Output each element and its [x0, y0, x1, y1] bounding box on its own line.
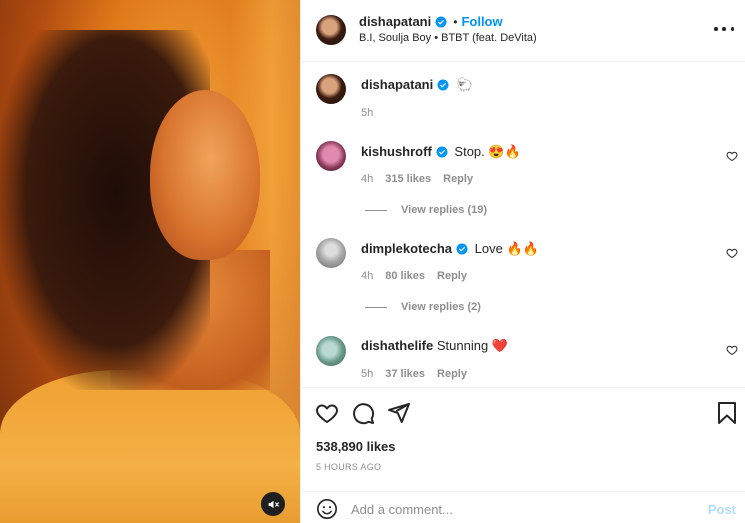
follow-button[interactable]: Follow — [461, 14, 502, 29]
post-actions: 538,890 likes 5 HOURS AGO — [301, 387, 745, 487]
heart-icon[interactable] — [726, 150, 738, 162]
heart-icon[interactable] — [726, 247, 738, 259]
post-side-panel: dishapatani • Follow B.I, Soulja Boy • BTB… — [300, 0, 745, 523]
view-replies-button[interactable]: View replies (19) — [365, 204, 487, 216]
like-button[interactable] — [315, 401, 339, 425]
comment-likes[interactable]: 80 likes — [385, 270, 425, 282]
audio-link[interactable]: B.I, Soulja Boy • BTBT (feat. DeVita) — [359, 32, 537, 44]
more-icon-dot — [722, 27, 726, 31]
reply-button[interactable]: Reply — [437, 270, 467, 282]
caption-username[interactable]: dishapatani — [361, 77, 433, 92]
reply-button[interactable]: Reply — [437, 368, 467, 380]
comment-time: 4h — [361, 173, 374, 185]
separator-dot: • — [453, 15, 458, 29]
comment-button[interactable] — [351, 401, 375, 425]
post-comment-button[interactable]: Post — [708, 502, 736, 517]
more-icon — [714, 27, 718, 31]
post-timestamp[interactable]: 5 HOURS AGO — [316, 462, 381, 472]
emoji-icon[interactable] — [316, 498, 338, 520]
post-header: dishapatani • Follow B.I, Soulja Boy • BTB… — [301, 0, 745, 62]
caption-time: 5h — [361, 107, 374, 119]
post-media[interactable] — [0, 0, 300, 523]
author-avatar[interactable] — [316, 15, 346, 45]
comment-text: Love 🔥🔥 — [474, 241, 539, 256]
commenter-username[interactable]: kishushroff — [361, 144, 432, 159]
view-replies-button[interactable]: View replies (2) — [365, 301, 481, 313]
comment-likes[interactable]: 37 likes — [385, 368, 425, 380]
commenter-avatar[interactable] — [316, 141, 346, 171]
commenter-avatar[interactable] — [316, 336, 346, 366]
view-replies-label: View replies (19) — [401, 204, 488, 216]
comments-list[interactable]: dishapatani 🐑 5h kishushroff Stop. 😍🔥 4h… — [301, 63, 745, 386]
comment-time: 5h — [361, 368, 374, 380]
commenter-username[interactable]: dishathelife — [361, 338, 433, 353]
view-replies-line — [365, 209, 387, 211]
caption-avatar[interactable] — [316, 74, 346, 104]
comment-text: Stunning ❤️ — [436, 338, 508, 353]
view-replies-line — [365, 306, 387, 308]
share-button[interactable] — [387, 401, 411, 425]
comment-likes[interactable]: 315 likes — [385, 173, 431, 185]
bookmark-button[interactable] — [715, 401, 739, 425]
comment-composer: Post — [301, 491, 745, 523]
mute-icon — [268, 500, 279, 508]
verified-icon — [456, 243, 468, 255]
commenter-username[interactable]: dimplekotecha — [361, 241, 452, 256]
media-subject-dress — [0, 370, 300, 523]
comment-text: Stop. 😍🔥 — [454, 144, 521, 159]
comment-time: 4h — [361, 270, 374, 282]
more-options-button[interactable] — [714, 22, 734, 36]
view-replies-label: View replies (2) — [401, 301, 481, 313]
author-username[interactable]: dishapatani — [359, 14, 431, 29]
more-icon-dot — [730, 27, 734, 31]
heart-icon[interactable] — [726, 344, 738, 356]
reply-button[interactable]: Reply — [443, 173, 473, 185]
verified-icon — [436, 146, 448, 158]
caption-text: 🐑 — [456, 77, 474, 92]
mute-button[interactable] — [261, 492, 285, 516]
verified-icon — [435, 16, 447, 28]
commenter-avatar[interactable] — [316, 238, 346, 268]
likes-count[interactable]: 538,890 likes — [316, 439, 396, 454]
verified-icon — [437, 79, 449, 91]
media-subject-face — [150, 90, 260, 260]
comment-input[interactable] — [351, 497, 691, 521]
